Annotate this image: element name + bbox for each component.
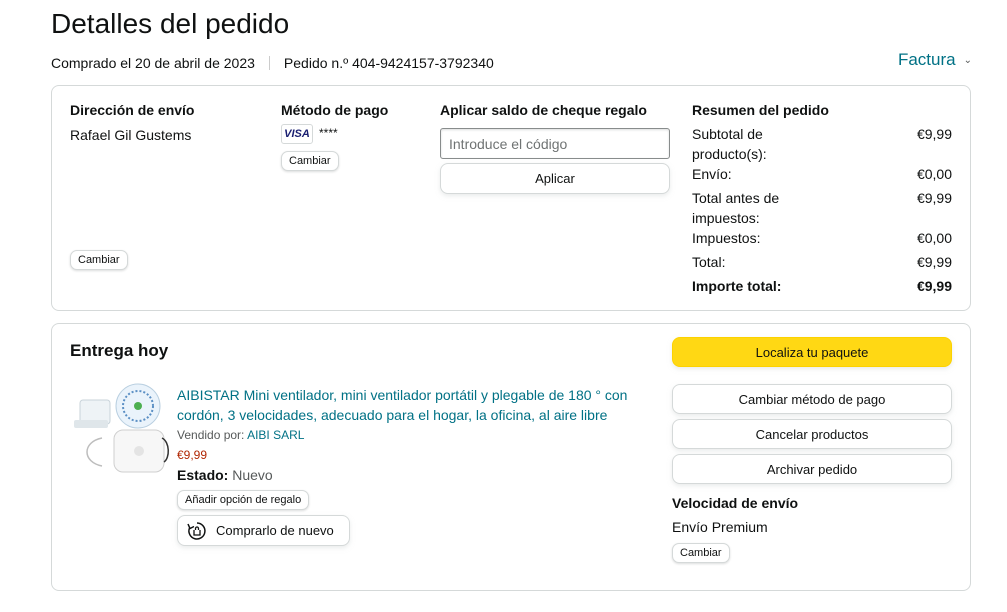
summary-label: Subtotal de producto(s):	[692, 126, 767, 162]
order-meta: Comprado el 20 de abril de 2023 Pedido n…	[51, 55, 494, 71]
summary-value: €9,99	[916, 278, 952, 294]
order-info-card: Dirección de envío Rafael Gil Gustems Ca…	[51, 85, 971, 311]
divider	[268, 56, 270, 70]
product-condition: Estado: Nuevo	[177, 467, 273, 483]
add-gift-option-button[interactable]: Añadir opción de regalo	[177, 490, 310, 510]
summary-value: €9,99	[916, 190, 952, 206]
purchase-date: Comprado el 20 de abril de 2023	[51, 55, 255, 71]
change-payment-method-button[interactable]: Cambiar método de pago	[672, 384, 952, 414]
summary-label: Importe total:	[692, 278, 782, 294]
sold-by: Vendido por: AIBI SARL	[177, 428, 304, 442]
change-payment-button[interactable]: Cambiar	[281, 151, 339, 171]
chevron-down-icon: ⌄	[963, 54, 972, 66]
product-image[interactable]	[72, 382, 172, 477]
seller-link[interactable]: AIBI SARL	[247, 428, 304, 442]
shipping-name: Rafael Gil Gustems	[70, 127, 192, 143]
summary-value: €9,99	[916, 126, 952, 142]
product-price: €9,99	[177, 448, 208, 462]
summary-label: Impuestos:	[692, 230, 761, 246]
gift-heading: Aplicar saldo de cheque regalo	[440, 102, 647, 118]
buy-again-icon	[187, 521, 206, 540]
buy-again-button[interactable]: Comprarlo de nuevo	[177, 515, 350, 546]
summary-value: €0,00	[916, 166, 952, 182]
sold-by-label: Vendido por:	[177, 428, 245, 442]
summary-label: Envío:	[692, 166, 732, 182]
track-package-button[interactable]: Localiza tu paquete	[672, 337, 952, 367]
change-address-button[interactable]: Cambiar	[70, 250, 128, 270]
delivery-heading: Entrega hoy	[70, 341, 169, 360]
payment-heading: Método de pago	[281, 102, 389, 118]
apply-gift-button[interactable]: Aplicar	[440, 163, 670, 194]
condition-label: Estado:	[177, 467, 229, 483]
summary-label: Total:	[692, 254, 726, 270]
shipping-speed-value: Envío Premium	[672, 519, 768, 535]
invoice-dropdown[interactable]: Factura ⌄	[898, 50, 972, 70]
condition-value: Nuevo	[232, 467, 273, 483]
summary-value: €9,99	[916, 254, 952, 270]
invoice-label: Factura	[897, 50, 956, 69]
change-shipping-speed-button[interactable]: Cambiar	[672, 543, 730, 563]
summary-heading: Resumen del pedido	[692, 102, 829, 118]
order-number: Pedido n.º 404-9424157-3792340	[283, 55, 494, 71]
shipping-speed-heading: Velocidad de envío	[672, 495, 799, 511]
buy-again-label: Comprarlo de nuevo	[216, 523, 334, 538]
visa-card-icon: VISA	[281, 124, 313, 144]
product-title-link[interactable]: AIBISTAR Mini ventilador, mini ventilado…	[177, 385, 657, 425]
page-title: Detalles del pedido	[51, 8, 290, 39]
summary-value: €0,00	[916, 230, 952, 246]
gift-code-input[interactable]	[440, 128, 670, 159]
archive-order-button[interactable]: Archivar pedido	[672, 454, 952, 484]
summary-label: Total antes de impuestos:	[692, 190, 780, 226]
cancel-items-button[interactable]: Cancelar productos	[672, 419, 952, 449]
card-mask: ****	[319, 126, 338, 140]
shipment-card: Entrega hoy AIBISTAR Mini ventilador, mi…	[51, 323, 971, 591]
shipping-heading: Dirección de envío	[70, 102, 195, 118]
